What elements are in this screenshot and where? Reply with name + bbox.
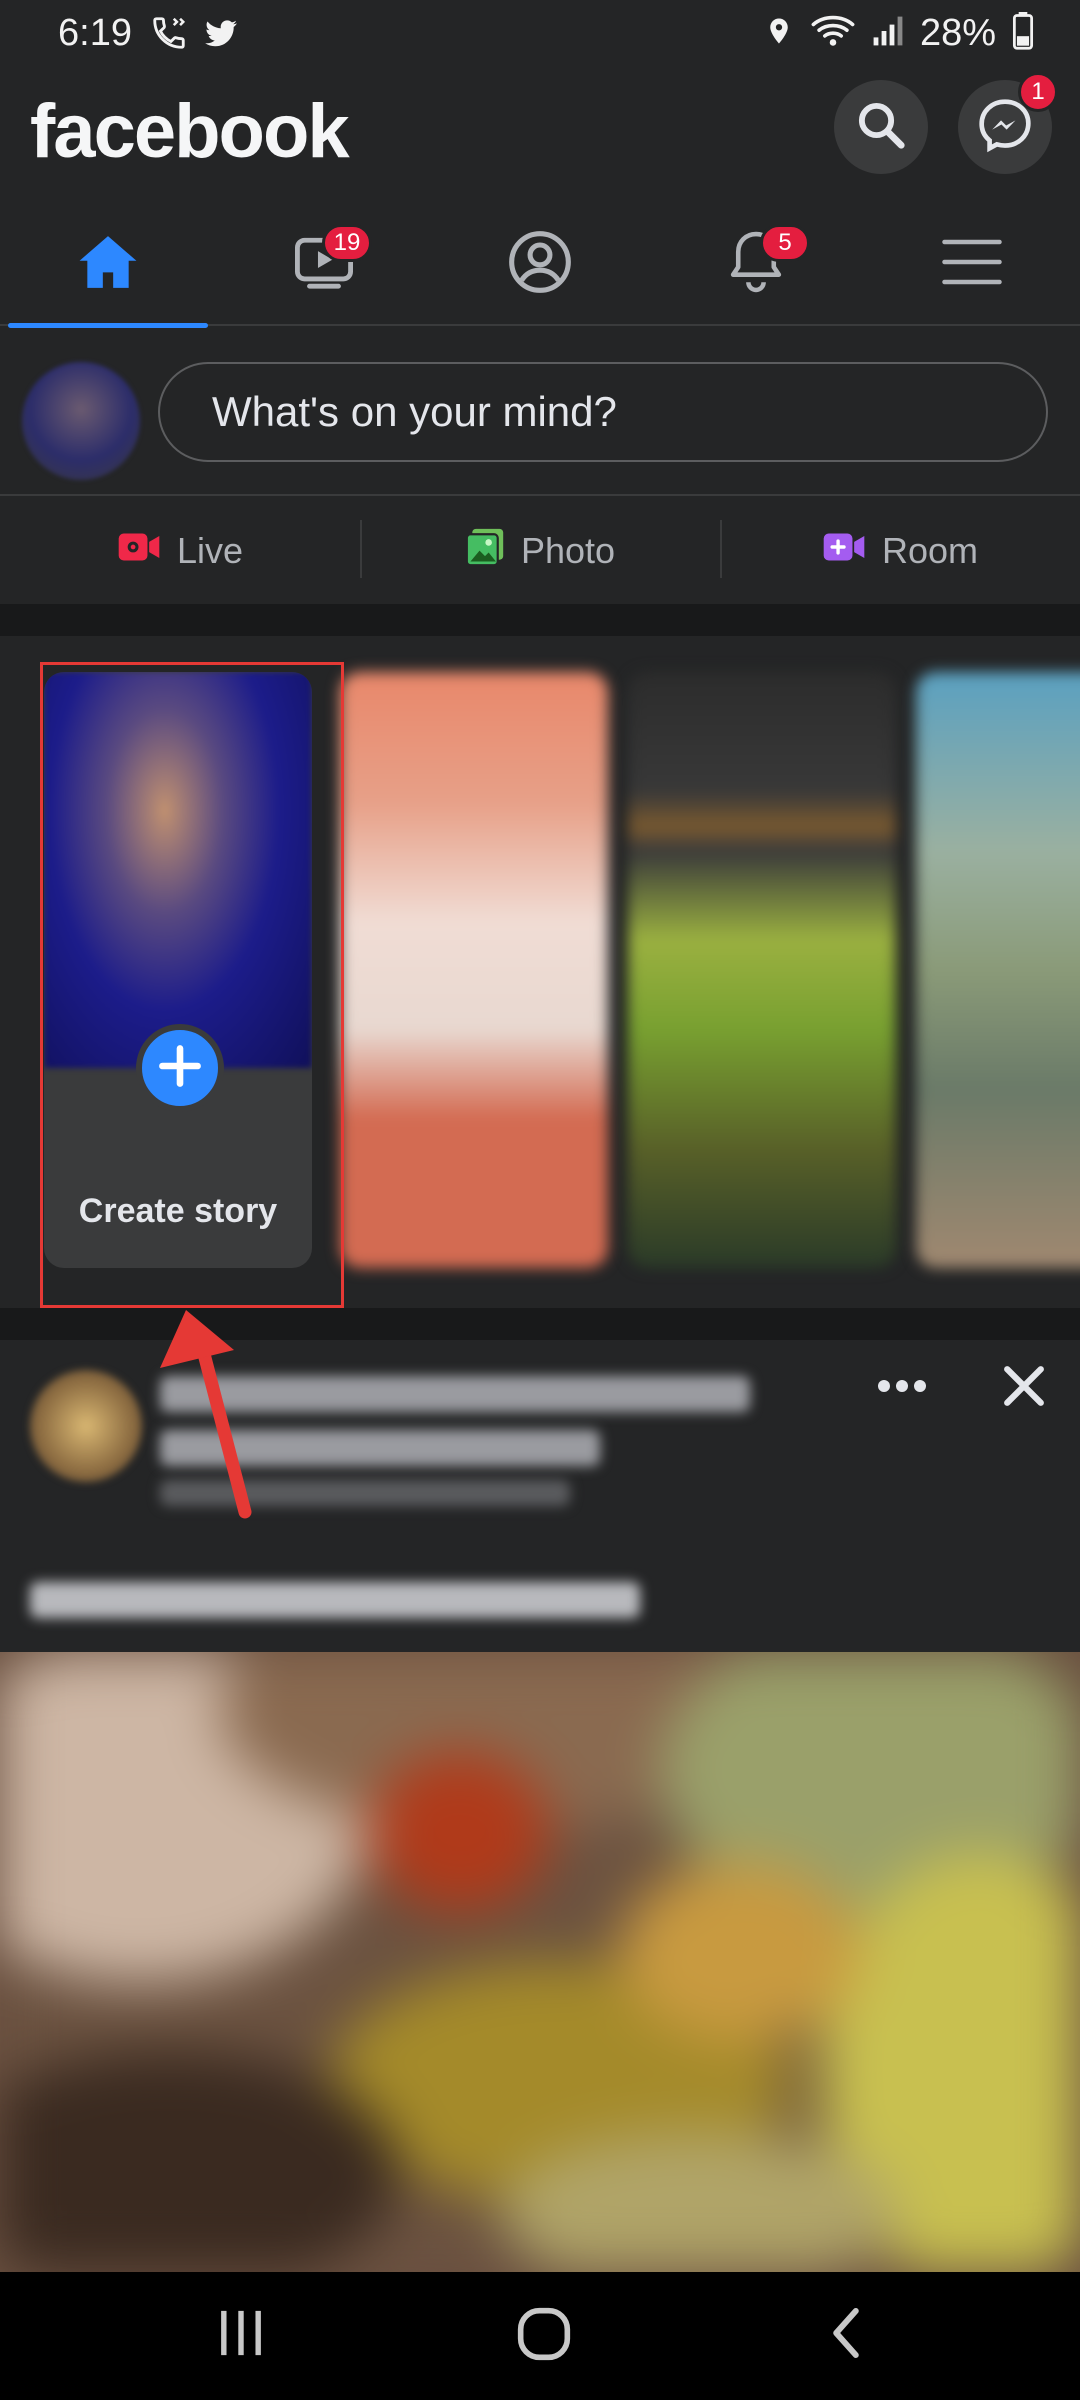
post-text-redacted	[30, 1582, 640, 1618]
post-author-redacted	[160, 1376, 750, 1412]
room-button[interactable]: Room	[720, 498, 1080, 604]
feed-post	[0, 1340, 1080, 1652]
post-image[interactable]	[0, 1652, 1080, 2272]
back-button[interactable]	[826, 2306, 866, 2365]
tab-watch[interactable]: 19	[216, 202, 432, 326]
search-button[interactable]	[834, 80, 928, 174]
avatar[interactable]	[22, 362, 140, 480]
back-icon	[826, 2307, 866, 2364]
section-divider	[0, 604, 1080, 636]
wifi-icon	[810, 13, 856, 54]
status-bar: 6:19 28%	[0, 0, 1080, 66]
more-icon	[876, 1358, 928, 1405]
wifi-calling-icon	[150, 14, 188, 57]
recent-apps-icon	[216, 2310, 266, 2364]
status-input[interactable]: What's on your mind?	[158, 362, 1048, 462]
post-composer: What's on your mind?	[0, 328, 1080, 496]
close-icon	[1000, 1366, 1048, 1414]
story-card[interactable]	[916, 672, 1080, 1268]
notifications-badge: 5	[760, 224, 810, 262]
tab-bar: 19 5	[0, 202, 1080, 328]
location-icon	[764, 13, 794, 54]
hide-post-button[interactable]	[1000, 1362, 1048, 1415]
messenger-button[interactable]: 1	[958, 72, 1058, 174]
tab-notifications[interactable]: 5	[648, 202, 864, 326]
live-button[interactable]: Live	[0, 498, 360, 604]
more-button[interactable]	[876, 1358, 928, 1406]
home-nav-button[interactable]	[516, 2306, 572, 2367]
avatar[interactable]	[30, 1370, 142, 1482]
tab-home[interactable]	[0, 202, 216, 328]
photo-label: Photo	[520, 530, 616, 571]
twitter-icon	[202, 14, 240, 57]
system-nav-bar	[0, 2272, 1080, 2400]
section-divider	[0, 1308, 1080, 1340]
search-icon	[854, 98, 908, 157]
status-time: 6:19	[58, 12, 132, 54]
home-circle-icon	[516, 2307, 572, 2366]
post-meta-redacted	[160, 1480, 570, 1506]
battery-percent: 28%	[919, 12, 996, 54]
photo-button[interactable]: Photo	[360, 498, 720, 604]
room-icon	[822, 529, 866, 574]
story-card[interactable]	[628, 672, 896, 1268]
room-label: Room	[881, 530, 979, 571]
live-video-icon	[117, 529, 161, 574]
tab-profile[interactable]	[432, 202, 648, 326]
composer-actions: Live Photo Room	[0, 498, 1080, 604]
highlight-box	[40, 662, 344, 1308]
live-label: Live	[176, 530, 244, 571]
post-location-redacted	[160, 1430, 600, 1466]
profile-icon	[506, 228, 574, 301]
watch-badge: 19	[322, 224, 372, 262]
home-icon	[77, 233, 139, 296]
story-card[interactable]	[340, 672, 608, 1268]
tab-menu[interactable]	[864, 202, 1080, 326]
signal-icon	[872, 14, 904, 53]
battery-icon	[1012, 12, 1034, 55]
photo-icon	[465, 527, 505, 576]
app-header: facebook 1	[0, 66, 1080, 202]
facebook-logo: facebook	[30, 89, 350, 174]
messenger-badge: 1	[1018, 72, 1058, 112]
menu-icon	[942, 237, 1002, 292]
recent-apps-button[interactable]	[216, 2306, 266, 2365]
